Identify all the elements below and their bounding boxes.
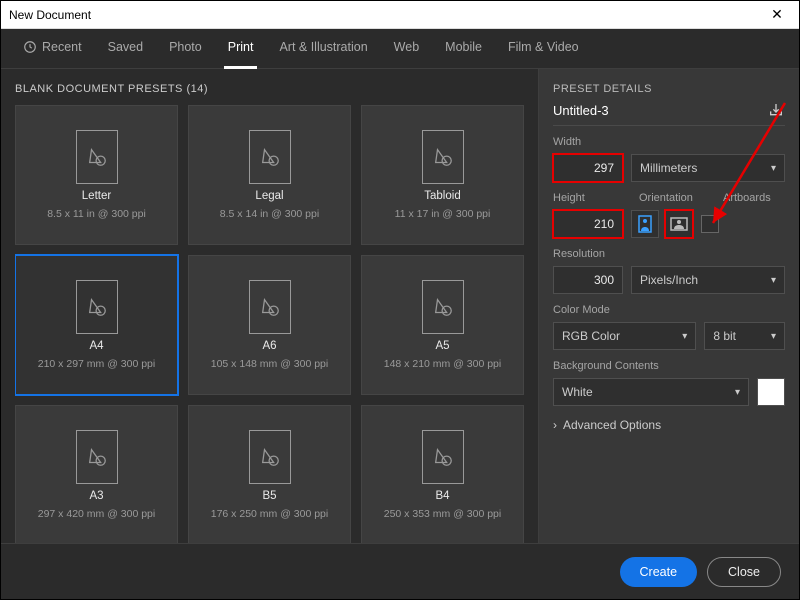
preset-name: A3 (89, 490, 103, 502)
create-button[interactable]: Create (620, 557, 698, 587)
preset-meta: 8.5 x 11 in @ 300 ppi (47, 208, 146, 220)
preset-meta: 8.5 x 14 in @ 300 ppi (220, 208, 319, 220)
tab-film-video[interactable]: Film & Video (504, 29, 583, 69)
new-document-dialog: New Document ✕ Recent Saved Photo Print … (0, 0, 800, 600)
bg-label: Background Contents (553, 360, 785, 372)
resolution-units-select[interactable]: Pixels/Inch▾ (631, 266, 785, 294)
colormode-select[interactable]: RGB Color▾ (553, 322, 696, 350)
bitdepth-select[interactable]: 8 bit▾ (704, 322, 785, 350)
dialog-body: BLANK DOCUMENT PRESETS (14) Letter 8.5 x … (1, 69, 799, 543)
preset-name: A4 (89, 340, 103, 352)
document-icon (422, 130, 464, 184)
preset-meta: 148 x 210 mm @ 300 ppi (384, 358, 501, 370)
preset-meta: 210 x 297 mm @ 300 ppi (38, 358, 155, 370)
resolution-input[interactable]: 300 (553, 266, 623, 294)
tab-saved[interactable]: Saved (104, 29, 147, 69)
orientation-portrait[interactable] (631, 210, 659, 238)
tab-photo[interactable]: Photo (165, 29, 206, 69)
preset-name: Tabloid (424, 190, 460, 202)
tab-mobile[interactable]: Mobile (441, 29, 486, 69)
recent-icon (23, 40, 37, 54)
preset-card-letter[interactable]: Letter 8.5 x 11 in @ 300 ppi (15, 105, 178, 245)
landscape-icon (670, 217, 688, 231)
window-title: New Document (9, 8, 763, 22)
presets-header: BLANK DOCUMENT PRESETS (14) (15, 83, 532, 95)
preset-card-a6[interactable]: A6 105 x 148 mm @ 300 ppi (188, 255, 351, 395)
artboards-label: Artboards (723, 192, 771, 204)
titlebar: New Document ✕ (1, 1, 799, 29)
document-icon (76, 430, 118, 484)
advanced-options-toggle[interactable]: › Advanced Options (553, 418, 785, 432)
preset-card-b4[interactable]: B4 250 x 353 mm @ 300 ppi (361, 405, 524, 543)
preset-details-pane: PRESET DETAILS Width 297 Millimeters▾ He… (539, 69, 799, 543)
preset-meta: 176 x 250 mm @ 300 ppi (211, 508, 328, 520)
chevron-down-icon: ▾ (682, 331, 687, 342)
tab-print[interactable]: Print (224, 29, 258, 69)
document-icon (422, 430, 464, 484)
preset-meta: 105 x 148 mm @ 300 ppi (211, 358, 328, 370)
chevron-down-icon: ▾ (771, 331, 776, 342)
tab-recent[interactable]: Recent (19, 29, 86, 69)
tab-web[interactable]: Web (390, 29, 423, 69)
preset-card-b5[interactable]: B5 176 x 250 mm @ 300 ppi (188, 405, 351, 543)
document-icon (249, 280, 291, 334)
preset-meta: 11 x 17 in @ 300 ppi (395, 208, 491, 220)
presets-grid[interactable]: Letter 8.5 x 11 in @ 300 ppi Legal 8.5 x 14… (15, 105, 532, 543)
orientation-label: Orientation (639, 192, 715, 204)
portrait-icon (638, 215, 652, 233)
window-close-icon[interactable]: ✕ (763, 6, 791, 23)
preset-name: B4 (435, 490, 449, 502)
document-icon (249, 430, 291, 484)
tab-art-illustration[interactable]: Art & Illustration (275, 29, 371, 69)
category-tabs: Recent Saved Photo Print Art & Illustrat… (1, 29, 799, 69)
bg-swatch[interactable] (757, 378, 785, 406)
preset-name: A5 (435, 340, 449, 352)
document-icon (76, 280, 118, 334)
height-input[interactable]: 210 (553, 210, 623, 238)
chevron-down-icon: ▾ (771, 163, 776, 174)
units-select[interactable]: Millimeters▾ (631, 154, 785, 182)
preset-name: Letter (82, 190, 111, 202)
preset-meta: 250 x 353 mm @ 300 ppi (384, 508, 501, 520)
chevron-down-icon: ▾ (771, 275, 776, 286)
preset-card-a3[interactable]: A3 297 x 420 mm @ 300 ppi (15, 405, 178, 543)
chevron-down-icon: ▾ (735, 387, 740, 398)
document-name-input[interactable] (553, 103, 759, 118)
preset-card-a4[interactable]: A4 210 x 297 mm @ 300 ppi (15, 255, 178, 395)
width-input[interactable]: 297 (553, 154, 623, 182)
colormode-label: Color Mode (553, 304, 785, 316)
preset-card-legal[interactable]: Legal 8.5 x 14 in @ 300 ppi (188, 105, 351, 245)
document-icon (422, 280, 464, 334)
save-preset-icon[interactable] (767, 101, 785, 119)
artboards-checkbox[interactable] (701, 215, 719, 233)
dialog-footer: Create Close (1, 543, 799, 599)
preset-card-a5[interactable]: A5 148 x 210 mm @ 300 ppi (361, 255, 524, 395)
chevron-right-icon: › (553, 418, 557, 432)
preset-meta: 297 x 420 mm @ 300 ppi (38, 508, 155, 520)
orientation-landscape[interactable] (665, 210, 693, 238)
preset-card-tabloid[interactable]: Tabloid 11 x 17 in @ 300 ppi (361, 105, 524, 245)
preset-name: A6 (262, 340, 276, 352)
preset-name: B5 (262, 490, 276, 502)
resolution-label: Resolution (553, 248, 785, 260)
document-icon (76, 130, 118, 184)
preset-name: Legal (255, 190, 283, 202)
section-title: PRESET DETAILS (553, 83, 785, 95)
bg-select[interactable]: White▾ (553, 378, 749, 406)
document-icon (249, 130, 291, 184)
height-label: Height (553, 192, 631, 204)
close-button[interactable]: Close (707, 557, 781, 587)
width-label: Width (553, 136, 785, 148)
presets-pane: BLANK DOCUMENT PRESETS (14) Letter 8.5 x … (1, 69, 538, 543)
